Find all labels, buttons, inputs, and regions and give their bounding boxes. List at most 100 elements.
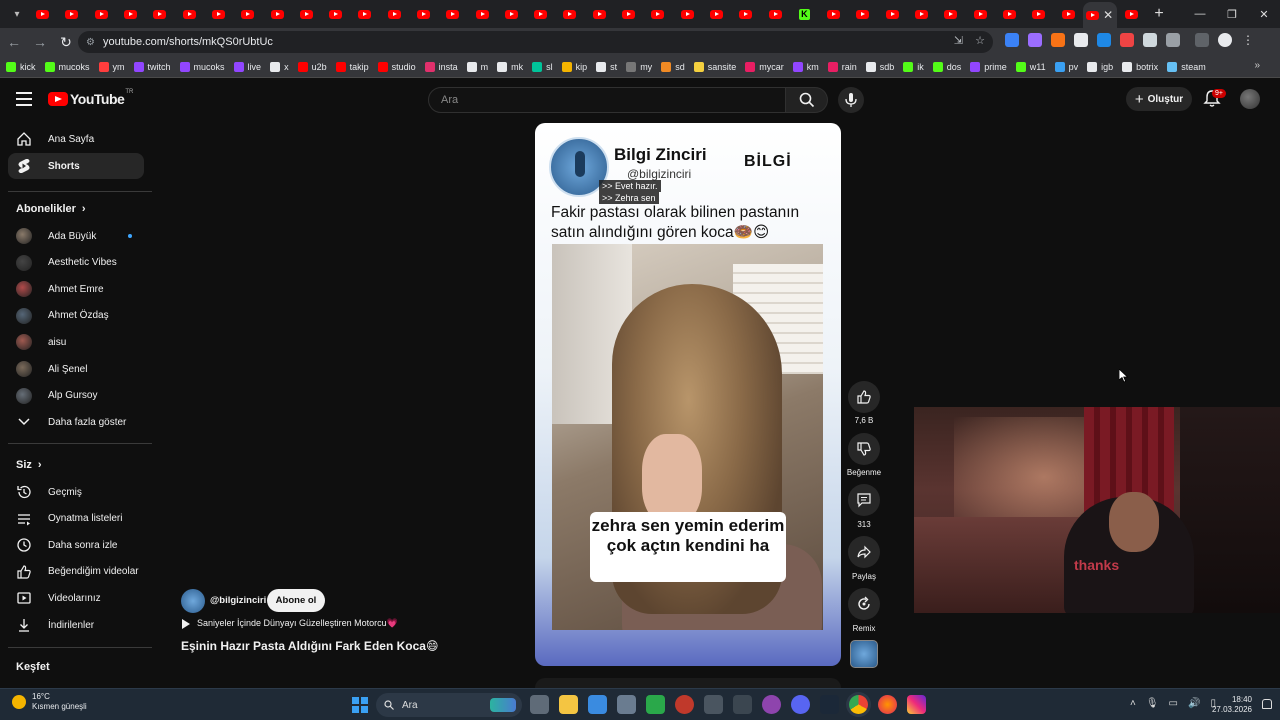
bookmark-item[interactable]: sd xyxy=(661,61,685,72)
bookmark-item[interactable]: mucoks xyxy=(44,61,90,72)
tab[interactable] xyxy=(1024,3,1053,25)
bookmark-item[interactable]: mucoks xyxy=(179,61,225,72)
bookmark-item[interactable]: live xyxy=(233,61,261,72)
bookmark-item[interactable]: studio xyxy=(377,61,416,72)
youtube-logo[interactable]: YouTube TR xyxy=(48,89,133,107)
profile-avatar-icon[interactable] xyxy=(1218,33,1232,47)
sound-thumbnail[interactable] xyxy=(850,640,878,668)
tab[interactable] xyxy=(467,3,496,25)
you-heading[interactable]: Siz › xyxy=(16,459,42,471)
tab[interactable] xyxy=(116,3,145,25)
tab[interactable] xyxy=(87,3,116,25)
tab[interactable] xyxy=(438,3,467,25)
bookmark-item[interactable]: st xyxy=(596,61,617,72)
bookmark-item[interactable]: my xyxy=(626,61,652,72)
dislike-button[interactable] xyxy=(848,433,880,465)
tab[interactable] xyxy=(233,3,262,25)
sidebar-item-clock[interactable]: Daha sonra izle xyxy=(8,532,144,558)
bookmark-item[interactable]: m xyxy=(466,61,488,72)
tab[interactable] xyxy=(497,3,526,25)
bookmark-item[interactable]: dos xyxy=(932,61,961,72)
taskbar-search[interactable]: Ara xyxy=(376,693,522,717)
firefox-icon[interactable] xyxy=(878,695,897,714)
channel-avatar[interactable] xyxy=(181,589,205,613)
bookmark-star-icon[interactable]: ☆ xyxy=(975,34,985,47)
tab[interactable] xyxy=(292,3,321,25)
bookmark-item[interactable]: mk xyxy=(497,61,523,72)
music-info[interactable]: Saniyeler İçinde Dünyayı Güzelleştiren M… xyxy=(181,618,398,629)
account-avatar[interactable] xyxy=(1240,89,1260,109)
tab[interactable] xyxy=(643,3,672,25)
sidebar-item-download[interactable]: İndirilenler xyxy=(8,612,144,638)
extension-icon[interactable] xyxy=(1143,33,1157,47)
bookmark-item[interactable]: sdb xyxy=(865,61,894,72)
create-button[interactable]: + Oluştur xyxy=(1126,87,1192,111)
bookmark-item[interactable]: botrix xyxy=(1122,61,1158,72)
task-view-icon[interactable] xyxy=(530,695,549,714)
bookmark-item[interactable]: w11 xyxy=(1015,61,1046,72)
close-tab-icon[interactable]: ✕ xyxy=(1103,8,1113,22)
file-explorer-icon[interactable] xyxy=(559,695,578,714)
sidebar-item-subscription[interactable]: Alp Gursoy xyxy=(8,383,144,409)
extension-icon[interactable] xyxy=(1028,33,1042,47)
sidebar-item-history[interactable]: Geçmiş xyxy=(8,479,144,505)
tab[interactable] xyxy=(907,3,936,25)
extensions-puzzle-icon[interactable] xyxy=(1166,33,1180,47)
back-icon[interactable]: ← xyxy=(2,30,26,54)
tab[interactable] xyxy=(174,3,203,25)
tab[interactable] xyxy=(614,3,643,25)
subscribe-button[interactable]: Abone ol xyxy=(267,589,325,612)
tab[interactable] xyxy=(848,3,877,25)
sidebar-item-like[interactable]: Beğendiğim videolar xyxy=(8,559,144,585)
tab[interactable] xyxy=(555,3,584,25)
network-icon[interactable]: ▭ xyxy=(1169,698,1178,709)
extension-icon[interactable] xyxy=(1005,33,1019,47)
microphone-icon[interactable]: 🎙 xyxy=(1146,698,1159,709)
bookmark-item[interactable]: kick xyxy=(6,61,36,72)
new-tab-button[interactable]: + xyxy=(1146,5,1172,23)
short-video-player[interactable]: Bilgi Zinciri @bilgizinciri BİLGİ >> Eve… xyxy=(535,123,841,666)
bookmark-item[interactable]: igb xyxy=(1087,61,1113,72)
steam-icon[interactable] xyxy=(820,695,839,714)
sidebar-item-subscription[interactable]: Ada Büyük xyxy=(8,223,144,249)
chrome-icon[interactable] xyxy=(849,695,868,714)
tab[interactable] xyxy=(409,3,438,25)
windows-start-icon[interactable] xyxy=(352,697,368,713)
bookmark-item[interactable]: twitch xyxy=(133,61,171,72)
bookmark-item[interactable]: sansite xyxy=(693,61,736,72)
extension-icon[interactable] xyxy=(1074,33,1088,47)
bookmark-item[interactable]: sl xyxy=(532,61,553,72)
bookmark-item[interactable]: kip xyxy=(561,61,587,72)
tab[interactable] xyxy=(28,3,57,25)
tab[interactable] xyxy=(321,3,350,25)
show-more-button[interactable]: Daha fazla göster xyxy=(8,409,144,435)
bookmark-item[interactable]: rain xyxy=(827,61,857,72)
taskbar-clock[interactable]: 18:40 27.03.2026 xyxy=(1210,695,1252,715)
discord-icon[interactable] xyxy=(791,695,810,714)
extension-icon[interactable] xyxy=(1097,33,1111,47)
sidebar-item-subscription[interactable]: aisu xyxy=(8,329,144,355)
menu-icon[interactable] xyxy=(16,92,32,106)
notification-center-icon[interactable] xyxy=(1262,699,1272,709)
tab[interactable] xyxy=(760,3,789,25)
search-input[interactable]: Ara xyxy=(428,87,786,113)
reload-icon[interactable]: ↻ xyxy=(54,30,78,54)
tab[interactable] xyxy=(204,3,233,25)
sidebar-item-shorts[interactable]: Shorts xyxy=(8,153,144,179)
extension-icon[interactable] xyxy=(1051,33,1065,47)
extension-icon[interactable] xyxy=(1120,33,1134,47)
site-info-icon[interactable]: ⚙ xyxy=(86,37,95,48)
app-icon[interactable] xyxy=(704,695,723,714)
bookmark-item[interactable]: prime xyxy=(970,61,1007,72)
tab[interactable] xyxy=(526,3,555,25)
tab[interactable] xyxy=(585,3,614,25)
forward-icon[interactable]: → xyxy=(28,30,52,54)
sidebar-item-playlist[interactable]: Oynatma listeleri xyxy=(8,506,144,532)
more-bookmarks-icon[interactable]: » xyxy=(1254,60,1260,71)
like-button[interactable] xyxy=(848,381,880,413)
tab[interactable] xyxy=(673,3,702,25)
chrome-menu-icon[interactable]: ⋮ xyxy=(1241,33,1255,47)
tab[interactable] xyxy=(380,3,409,25)
bookmark-item[interactable]: ik xyxy=(903,61,924,72)
settings-icon[interactable] xyxy=(617,695,636,714)
